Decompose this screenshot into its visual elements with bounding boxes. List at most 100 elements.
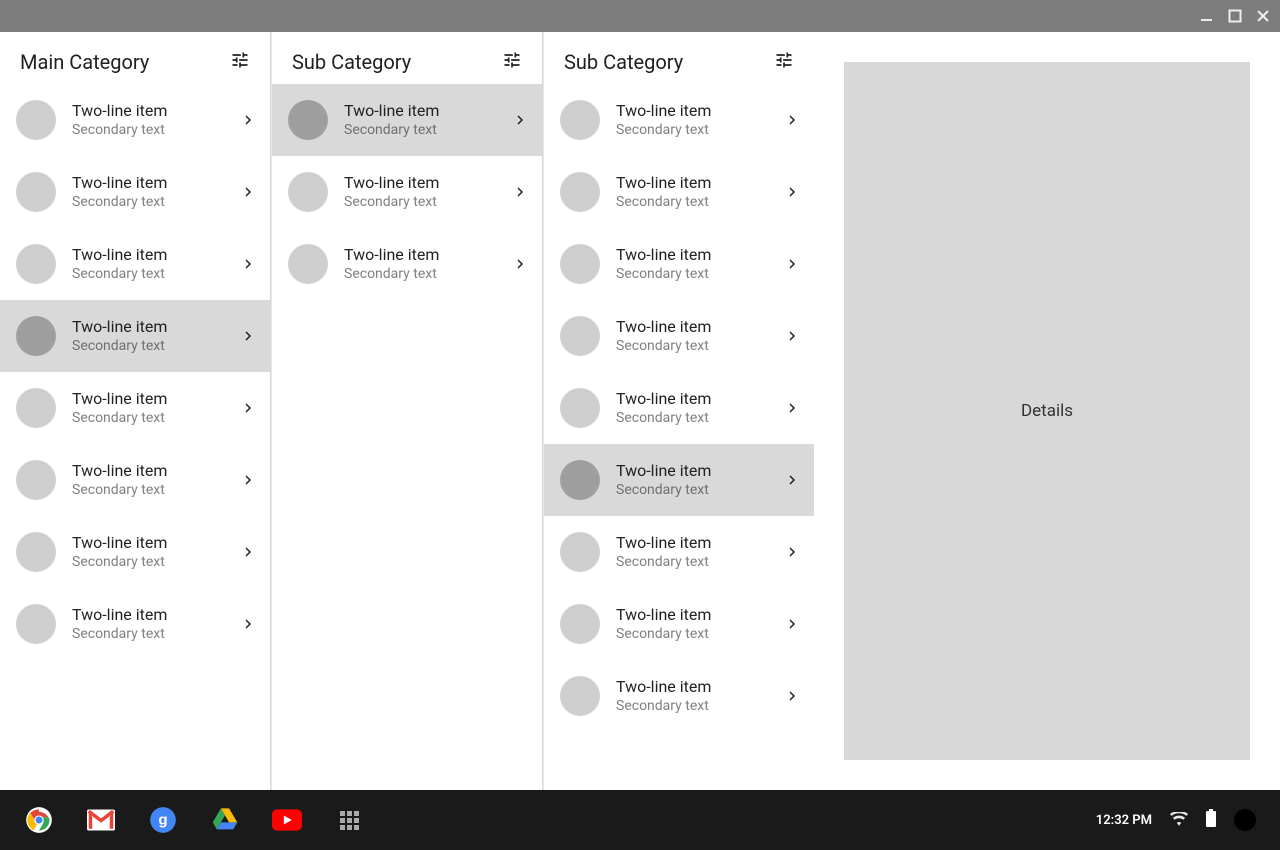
list-item[interactable]: Two-line itemSecondary text [0, 516, 270, 588]
chevron-right-icon [514, 255, 526, 274]
list-item-secondary: Secondary text [616, 266, 786, 284]
avatar-icon [16, 388, 56, 428]
list-item-text: Two-line itemSecondary text [616, 173, 786, 212]
list-item-secondary: Secondary text [72, 194, 242, 212]
list-item-text: Two-line itemSecondary text [72, 245, 242, 284]
list-item-secondary: Secondary text [72, 410, 242, 428]
list-item-primary: Two-line item [616, 245, 786, 265]
chevron-right-icon [242, 183, 254, 202]
tune-icon[interactable] [774, 50, 794, 74]
list-item-text: Two-line itemSecondary text [72, 389, 242, 428]
drive-icon[interactable] [210, 805, 240, 835]
column-header: Sub Category [272, 32, 542, 84]
list-item-primary: Two-line item [344, 245, 514, 265]
list-item[interactable]: Two-line itemSecondary text [272, 84, 542, 156]
list-item[interactable]: Two-line itemSecondary text [272, 156, 542, 228]
list-item[interactable]: Two-line itemSecondary text [0, 372, 270, 444]
list-item[interactable]: Two-line itemSecondary text [544, 300, 814, 372]
list-item[interactable]: Two-line itemSecondary text [544, 588, 814, 660]
chevron-right-icon [786, 255, 798, 274]
list-item-primary: Two-line item [616, 101, 786, 121]
list-item[interactable]: Two-line itemSecondary text [544, 84, 814, 156]
main-content: Main Category Two-line itemSecondary tex… [0, 32, 1280, 790]
avatar-icon [16, 316, 56, 356]
avatar-icon [560, 532, 600, 572]
list-item-primary: Two-line item [72, 173, 242, 193]
avatar-icon [16, 460, 56, 500]
chevron-right-icon [242, 471, 254, 490]
wifi-icon [1170, 811, 1188, 830]
gmail-icon[interactable] [86, 805, 116, 835]
tune-icon[interactable] [502, 50, 522, 74]
google-icon[interactable]: g [148, 805, 178, 835]
maximize-button[interactable] [1228, 9, 1242, 23]
list-item[interactable]: Two-line itemSecondary text [544, 156, 814, 228]
chevron-right-icon [242, 255, 254, 274]
avatar-icon [16, 244, 56, 284]
list-item-secondary: Secondary text [72, 554, 242, 572]
avatar-icon [560, 388, 600, 428]
svg-text:g: g [158, 812, 167, 829]
avatar-icon [288, 172, 328, 212]
list-item[interactable]: Two-line itemSecondary text [272, 228, 542, 300]
tune-icon[interactable] [230, 50, 250, 74]
list-item-text: Two-line itemSecondary text [616, 317, 786, 356]
column-header: Main Category [0, 32, 270, 84]
list-item-text: Two-line itemSecondary text [616, 533, 786, 572]
column-list: Two-line itemSecondary textTwo-line item… [544, 84, 814, 732]
chevron-right-icon [786, 687, 798, 706]
list-item[interactable]: Two-line itemSecondary text [0, 300, 270, 372]
close-button[interactable] [1256, 9, 1270, 23]
list-item[interactable]: Two-line itemSecondary text [0, 156, 270, 228]
chevron-right-icon [514, 183, 526, 202]
list-item-secondary: Secondary text [616, 122, 786, 140]
clock: 12:32 PM [1096, 813, 1152, 828]
list-item[interactable]: Two-line itemSecondary text [0, 444, 270, 516]
chrome-icon[interactable] [24, 805, 54, 835]
list-item-secondary: Secondary text [72, 482, 242, 500]
list-item-secondary: Secondary text [616, 482, 786, 500]
column-list: Two-line itemSecondary textTwo-line item… [0, 84, 270, 660]
list-item-primary: Two-line item [72, 605, 242, 625]
list-item[interactable]: Two-line itemSecondary text [544, 444, 814, 516]
column-list: Two-line itemSecondary textTwo-line item… [272, 84, 542, 300]
list-item-primary: Two-line item [72, 389, 242, 409]
apps-grid-icon[interactable] [334, 805, 364, 835]
avatar-icon [560, 676, 600, 716]
list-item-text: Two-line itemSecondary text [616, 677, 786, 716]
list-item[interactable]: Two-line itemSecondary text [544, 372, 814, 444]
chevron-right-icon [786, 615, 798, 634]
avatar-icon [560, 316, 600, 356]
shelf: g 12:32 PM [0, 790, 1280, 850]
list-item-primary: Two-line item [616, 173, 786, 193]
list-item[interactable]: Two-line itemSecondary text [544, 516, 814, 588]
avatar-icon [16, 604, 56, 644]
list-item-primary: Two-line item [616, 461, 786, 481]
list-item-primary: Two-line item [616, 317, 786, 337]
list-item-primary: Two-line item [616, 389, 786, 409]
column-title: Sub Category [564, 50, 683, 74]
chevron-right-icon [786, 399, 798, 418]
list-item-primary: Two-line item [72, 101, 242, 121]
list-item[interactable]: Two-line itemSecondary text [0, 228, 270, 300]
list-item[interactable]: Two-line itemSecondary text [0, 84, 270, 156]
list-item[interactable]: Two-line itemSecondary text [0, 588, 270, 660]
list-item-secondary: Secondary text [616, 554, 786, 572]
chevron-right-icon [242, 543, 254, 562]
avatar-icon [16, 532, 56, 572]
list-item-secondary: Secondary text [72, 338, 242, 356]
youtube-icon[interactable] [272, 805, 302, 835]
status-tray[interactable]: 12:32 PM [1096, 809, 1256, 831]
list-item-text: Two-line itemSecondary text [72, 533, 242, 572]
chevron-right-icon [514, 111, 526, 130]
list-item[interactable]: Two-line itemSecondary text [544, 660, 814, 732]
list-item-secondary: Secondary text [616, 698, 786, 716]
list-item-primary: Two-line item [72, 245, 242, 265]
minimize-button[interactable] [1200, 9, 1214, 23]
column-main-category: Main Category Two-line itemSecondary tex… [0, 32, 270, 790]
details-pane: Details [814, 32, 1280, 790]
column-sub-category-1: Sub Category Two-line itemSecondary text… [272, 32, 542, 790]
list-item[interactable]: Two-line itemSecondary text [544, 228, 814, 300]
avatar-icon[interactable] [1234, 809, 1256, 831]
list-item-text: Two-line itemSecondary text [616, 461, 786, 500]
